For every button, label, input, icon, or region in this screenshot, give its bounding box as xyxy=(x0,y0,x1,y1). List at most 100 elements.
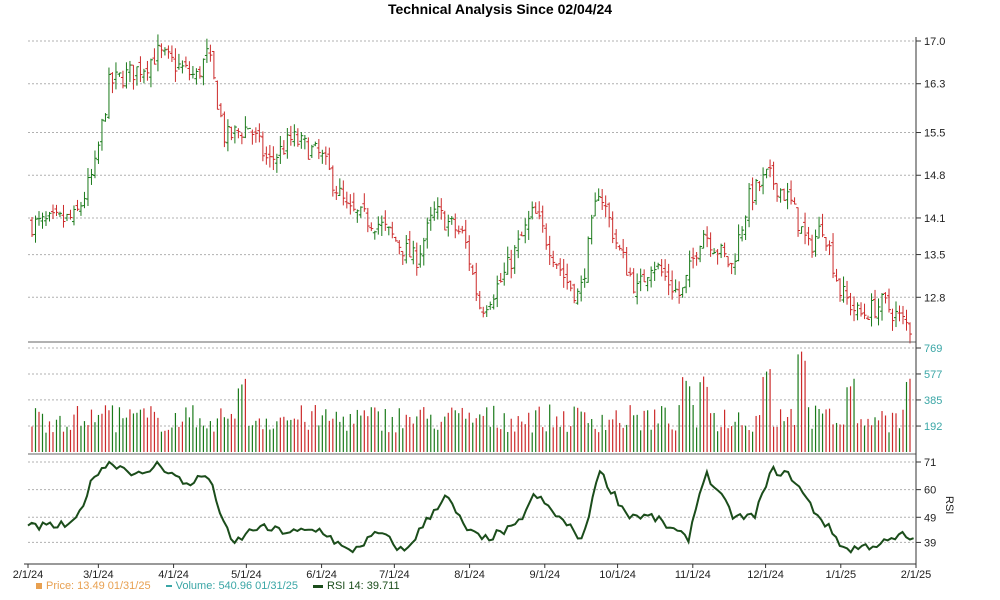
price-bar xyxy=(785,182,790,210)
price-bar xyxy=(323,146,328,165)
price-bar xyxy=(561,259,566,288)
price-bar xyxy=(362,193,367,212)
price-bar xyxy=(502,262,507,286)
price-bar xyxy=(904,309,909,331)
price-bar xyxy=(796,207,801,237)
price-bar xyxy=(407,230,412,258)
price-bar xyxy=(565,263,570,290)
legend-volume-swatch xyxy=(165,585,172,588)
price-bar xyxy=(652,261,657,281)
price-bar xyxy=(54,204,59,217)
price-bar xyxy=(757,180,762,192)
price-bar xyxy=(278,135,283,164)
price-bar xyxy=(614,229,619,250)
price-bar xyxy=(271,146,276,171)
price-bar xyxy=(586,236,591,283)
price-bar xyxy=(519,231,524,237)
price-bar xyxy=(344,191,349,209)
price-bar xyxy=(761,167,766,195)
price-bar xyxy=(638,268,643,292)
price-bar xyxy=(589,214,594,245)
price-bar xyxy=(621,238,626,259)
price-bar xyxy=(834,268,839,282)
price-bar xyxy=(204,38,209,63)
price-bar xyxy=(642,269,647,283)
price-bar xyxy=(386,226,391,236)
price-bar xyxy=(166,45,171,59)
price-bar xyxy=(390,221,395,239)
legend-price-label: Price: 13.49 01/31/25 xyxy=(46,580,151,592)
price-bar xyxy=(873,289,878,319)
price-bar xyxy=(439,198,444,220)
price-bar xyxy=(750,177,755,211)
price-bar xyxy=(600,189,605,210)
price-bar xyxy=(302,134,307,150)
price-bar xyxy=(908,322,912,344)
price-bar xyxy=(250,129,255,145)
price-bar xyxy=(474,262,479,302)
price-bar xyxy=(495,275,500,308)
price-bar xyxy=(624,246,629,276)
price-bar xyxy=(169,45,174,62)
x-tick-label: 12/1/24 xyxy=(747,569,784,581)
price-bar xyxy=(747,183,752,228)
price-bar xyxy=(369,222,374,232)
rsi-tick-label: 39 xyxy=(924,537,936,549)
price-bar xyxy=(894,301,899,328)
price-bar xyxy=(607,202,612,228)
legend-price: Price: 13.49 01/31/25 xyxy=(36,580,151,592)
price-bar xyxy=(236,128,241,139)
price-bar xyxy=(243,116,248,139)
price-bar xyxy=(197,66,202,79)
price-bar xyxy=(848,292,853,316)
volume-layer xyxy=(31,351,911,452)
price-bar xyxy=(579,275,584,302)
price-bar xyxy=(901,305,906,325)
price-bar xyxy=(680,287,685,298)
price-bar xyxy=(246,127,251,130)
volume-tick-label: 577 xyxy=(924,369,942,381)
price-bar xyxy=(442,210,447,231)
price-bar xyxy=(47,211,52,222)
price-bar xyxy=(460,225,465,234)
legend: Price: 13.49 01/31/25 Volume: 540.96 01/… xyxy=(36,580,412,592)
price-bar xyxy=(173,48,178,82)
legend-rsi-swatch xyxy=(313,584,324,588)
legend-price-swatch xyxy=(36,583,42,590)
price-bar xyxy=(99,118,104,151)
price-bar xyxy=(222,111,227,148)
price-bar xyxy=(215,80,220,110)
price-bar xyxy=(267,144,272,168)
price-bar xyxy=(152,48,157,65)
price-bar xyxy=(498,273,503,283)
price-bar xyxy=(379,215,384,236)
price-bar xyxy=(764,168,769,179)
price-bar xyxy=(698,245,703,263)
price-bar xyxy=(869,293,874,327)
price-bar xyxy=(348,194,353,215)
price-bar xyxy=(547,235,552,265)
price-bar xyxy=(110,72,115,94)
price-tick-label: 14.8 xyxy=(924,170,945,182)
price-bar xyxy=(887,288,892,313)
price-bar xyxy=(425,217,430,249)
price-bar xyxy=(845,280,850,305)
price-bar xyxy=(708,232,713,257)
price-bar xyxy=(803,212,808,245)
price-bar xyxy=(649,266,654,288)
price-bar xyxy=(309,144,314,158)
price-bar xyxy=(194,68,199,85)
rsi-layer xyxy=(27,460,914,554)
price-bar xyxy=(201,58,206,86)
price-bar xyxy=(743,215,748,241)
price-bar xyxy=(218,103,223,118)
price-bar xyxy=(397,240,402,255)
price-bar xyxy=(554,263,559,270)
price-bar xyxy=(488,301,493,310)
price-bar xyxy=(400,250,405,265)
price-bar xyxy=(470,264,475,276)
price-bar xyxy=(64,213,69,222)
price-bar xyxy=(113,62,118,90)
price-bar xyxy=(551,250,556,268)
price-bar xyxy=(603,195,608,218)
